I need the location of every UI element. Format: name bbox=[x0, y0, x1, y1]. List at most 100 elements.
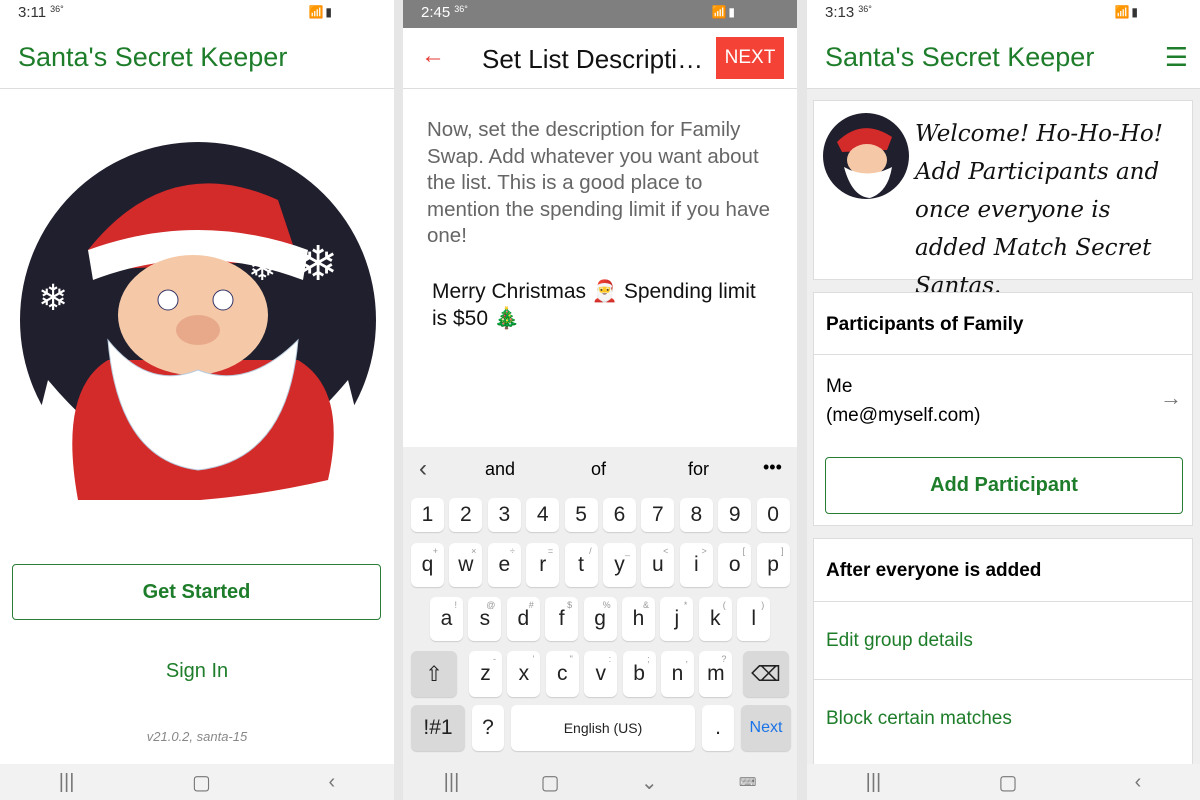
after-added-card: After everyone is added Edit group detai… bbox=[813, 538, 1193, 778]
suggestion[interactable]: and bbox=[485, 459, 515, 480]
key[interactable]: f $ bbox=[545, 597, 579, 641]
key-alt-label: : bbox=[608, 654, 612, 664]
key[interactable]: c " bbox=[545, 651, 579, 697]
key-label: 2 bbox=[460, 503, 472, 526]
status-bar: 3:11 36° 📶▮ bbox=[0, 0, 394, 28]
home-icon[interactable]: ▢ bbox=[998, 770, 1017, 795]
key-label: v bbox=[595, 662, 606, 685]
key-label: k bbox=[710, 607, 721, 630]
block-matches-link[interactable]: Block certain matches bbox=[814, 679, 1192, 757]
backspace-key[interactable]: ⌫ bbox=[743, 651, 789, 697]
key[interactable]: b; bbox=[622, 651, 656, 697]
key[interactable]: 2 bbox=[449, 498, 483, 532]
key-label: e bbox=[498, 553, 511, 576]
suggestion[interactable]: of bbox=[591, 459, 606, 480]
key-alt-label: + bbox=[432, 546, 438, 556]
keyboard-icon[interactable]: ⌨ bbox=[739, 775, 756, 789]
key-alt-label: " bbox=[569, 654, 573, 664]
key-label: b bbox=[633, 662, 645, 685]
more-icon[interactable]: ••• bbox=[763, 457, 782, 478]
key[interactable]: n, bbox=[661, 651, 694, 697]
status-temp: 36° bbox=[858, 4, 872, 14]
key[interactable]: a! bbox=[430, 597, 463, 641]
key[interactable]: x ' bbox=[507, 651, 541, 697]
key[interactable]: i > bbox=[679, 543, 713, 587]
key[interactable]: 3 bbox=[487, 498, 521, 532]
version-label: v21.0.2, santa-15 bbox=[146, 729, 248, 744]
keyboard: ‹ and of for ••• 1 2 3 4 5 6 7 8 9 0 q + w × e ÷ r = t / y _ u… bbox=[403, 447, 797, 765]
key[interactable]: 8 bbox=[679, 498, 713, 532]
back-icon[interactable]: ‹ bbox=[1135, 771, 1142, 794]
key[interactable]: r = bbox=[526, 543, 560, 587]
santa-avatar bbox=[823, 113, 909, 199]
screen-title: Set List Descripti… bbox=[482, 44, 704, 74]
space-key[interactable]: English (US) bbox=[511, 705, 695, 751]
key[interactable]: m? bbox=[699, 651, 733, 697]
key[interactable]: 4 bbox=[526, 498, 560, 532]
key[interactable]: 0 bbox=[756, 498, 790, 532]
recents-icon[interactable]: ||| bbox=[444, 771, 460, 794]
key[interactable]: t / bbox=[564, 543, 598, 587]
key-alt-label: [ bbox=[742, 546, 746, 556]
menu-icon[interactable]: ☰ bbox=[1165, 42, 1188, 73]
home-icon[interactable]: ▢ bbox=[541, 770, 560, 795]
back-arrow-icon[interactable]: ← bbox=[421, 42, 445, 70]
key[interactable]: g% bbox=[583, 597, 617, 641]
key[interactable]: h & bbox=[622, 597, 655, 641]
question-key[interactable]: ? bbox=[472, 705, 504, 751]
app-bar: Santa's Secret Keeper bbox=[0, 28, 394, 89]
key[interactable]: 5 bbox=[564, 498, 598, 532]
hide-keyboard-icon[interactable]: ⌄ bbox=[641, 770, 658, 795]
key-alt-label: ? bbox=[721, 654, 727, 664]
key[interactable]: j * bbox=[660, 597, 694, 641]
key-label: ? bbox=[482, 716, 494, 739]
period-key[interactable]: . bbox=[702, 705, 734, 751]
edit-group-link[interactable]: Edit group details bbox=[814, 601, 1192, 679]
status-temp: 36° bbox=[50, 4, 64, 14]
get-started-button[interactable]: Get Started bbox=[12, 564, 381, 620]
home-icon[interactable]: ▢ bbox=[192, 770, 211, 795]
key[interactable]: 6 bbox=[603, 498, 636, 532]
status-time: 2:45 bbox=[421, 4, 451, 21]
add-participant-button[interactable]: Add Participant bbox=[825, 457, 1183, 514]
key[interactable]: 9 bbox=[718, 498, 752, 532]
sign-in-link[interactable]: Sign In bbox=[0, 660, 394, 683]
key[interactable]: v: bbox=[584, 651, 618, 697]
description-input[interactable]: Merry Christmas 🎅 Spending limit is $50 … bbox=[432, 278, 762, 332]
next-key[interactable]: Next bbox=[741, 705, 791, 751]
suggestion[interactable]: for bbox=[688, 459, 709, 480]
collapse-suggestions-icon[interactable]: ‹ bbox=[419, 455, 427, 483]
key[interactable]: w × bbox=[449, 543, 483, 587]
back-icon[interactable]: ‹ bbox=[329, 771, 336, 794]
participant-row[interactable]: Me (me@myself.com) → bbox=[814, 354, 1192, 446]
key[interactable]: s @ bbox=[468, 597, 502, 641]
recents-icon[interactable]: ||| bbox=[59, 771, 75, 794]
key-label: m bbox=[707, 662, 725, 685]
key-label: w bbox=[458, 553, 474, 576]
key[interactable]: e ÷ bbox=[487, 543, 521, 587]
nav-bar: ||| ▢ ‹ bbox=[807, 764, 1200, 800]
key[interactable]: z- bbox=[469, 651, 502, 697]
app-title: Santa's Secret Keeper bbox=[825, 42, 1095, 72]
key-label: u bbox=[652, 553, 664, 576]
key[interactable]: 7 bbox=[641, 498, 675, 532]
key-label: 4 bbox=[536, 503, 549, 526]
key[interactable]: o[ bbox=[718, 543, 752, 587]
next-button[interactable]: NEXT bbox=[716, 37, 784, 79]
key[interactable]: y _ bbox=[603, 543, 636, 587]
key[interactable]: p] bbox=[756, 543, 790, 587]
key[interactable]: q + bbox=[411, 543, 444, 587]
symbols-key[interactable]: !#1 bbox=[411, 705, 465, 751]
key-label: g bbox=[594, 607, 606, 630]
key[interactable]: u < bbox=[641, 543, 675, 587]
shift-key[interactable]: ⇧ bbox=[411, 651, 457, 697]
key-alt-label: & bbox=[642, 600, 649, 610]
arrow-right-icon: → bbox=[1160, 385, 1182, 410]
key-label: . bbox=[715, 716, 721, 739]
key[interactable]: k( bbox=[698, 597, 732, 641]
key[interactable]: 1 bbox=[411, 498, 444, 532]
key[interactable]: d # bbox=[506, 597, 540, 641]
key[interactable]: l) bbox=[737, 597, 771, 641]
recents-icon[interactable]: ||| bbox=[866, 771, 882, 794]
key-label: 1 bbox=[421, 503, 434, 526]
